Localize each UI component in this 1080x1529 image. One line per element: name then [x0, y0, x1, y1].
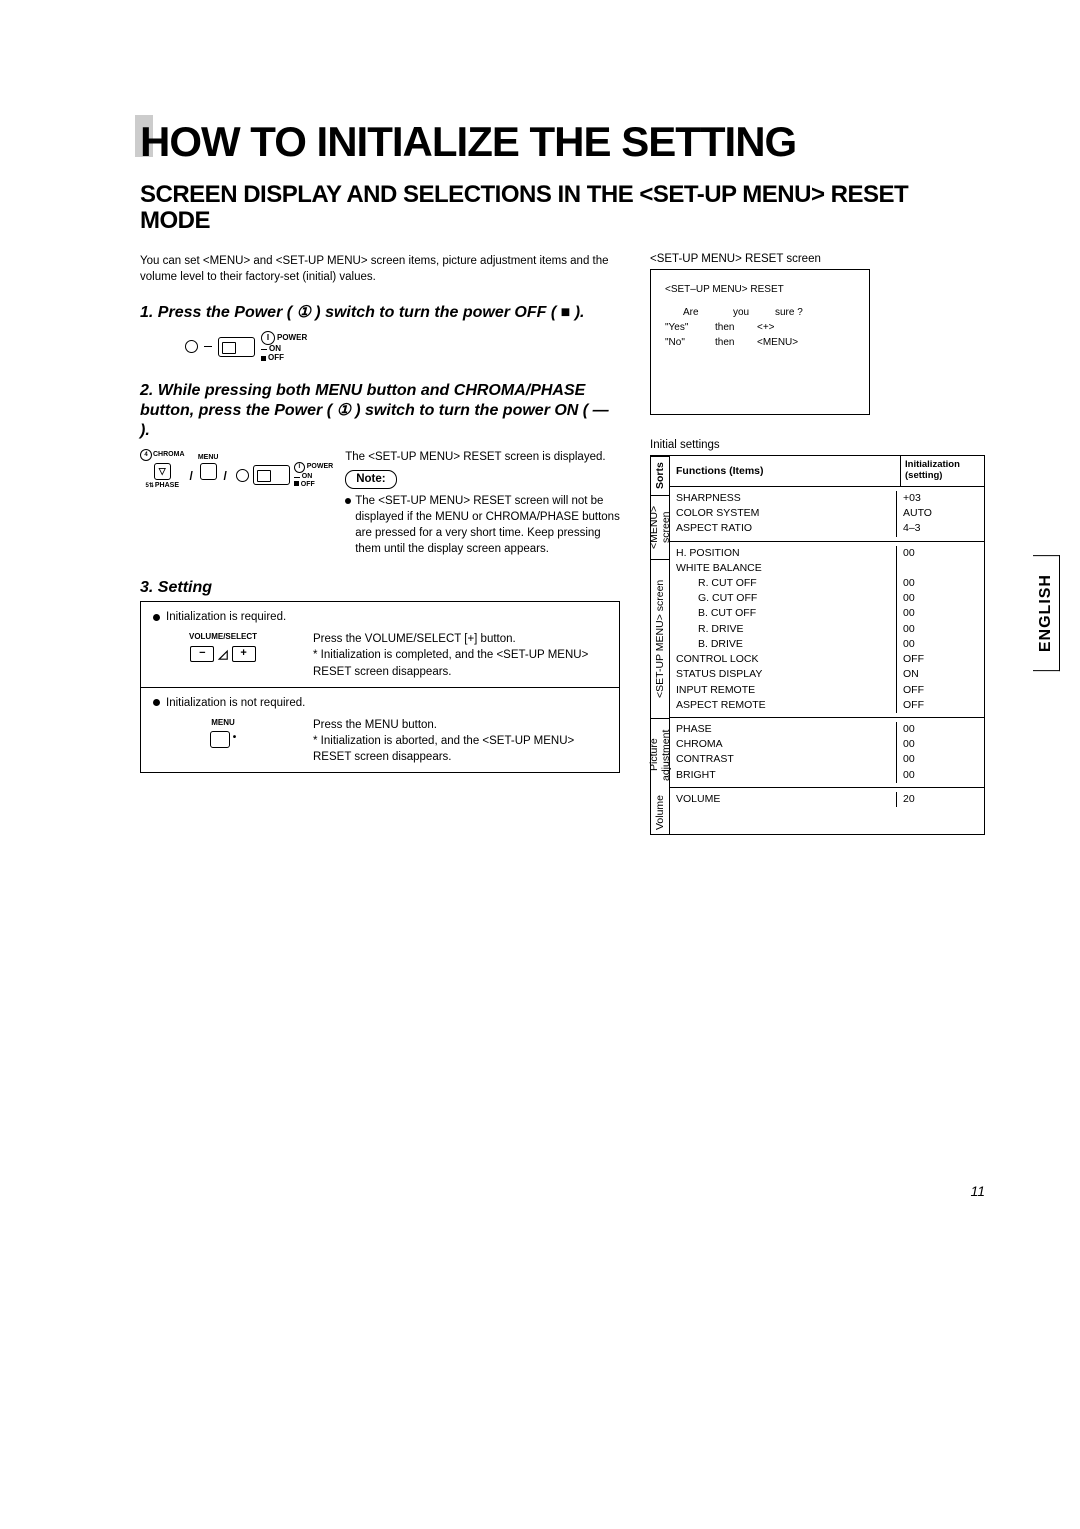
on-label2: ON [302, 473, 313, 480]
table-row: COLOR SYSTEMAUTO [670, 506, 984, 521]
volume-minus-icon: − [190, 646, 214, 662]
table-row: CONTROL LOCKOFF [670, 652, 984, 667]
table-row: WHITE BALANCE [670, 561, 984, 576]
step2-heading: 2. While pressing both MENU button and C… [140, 381, 620, 441]
language-tab: ENGLISH [1033, 555, 1060, 671]
off-label: OFF [268, 354, 284, 363]
step3-heading: 3. Setting [140, 579, 620, 597]
page-title: HOW TO INITIALIZE THE SETTING [140, 120, 985, 164]
reset-displayed-text: The <SET-UP MENU> RESET screen is displa… [345, 449, 620, 465]
pin-icon [185, 340, 198, 353]
table-row: BRIGHT00 [670, 768, 984, 783]
note-body: The <SET-UP MENU> RESET screen will not … [355, 493, 620, 557]
phase-label: PHASE [155, 482, 179, 489]
sort-volume: Volume [651, 791, 669, 834]
table-row: INPUT REMOTEOFF [670, 683, 984, 698]
init-required-header: Initialization is required. [166, 609, 286, 625]
step1-heading: 1. Press the Power ( ① ) switch to turn … [140, 303, 620, 323]
table-row: PHASE00 [670, 722, 984, 737]
initial-settings-caption: Initial settings [650, 439, 985, 451]
init-header2: (setting) [905, 471, 980, 481]
menu-label: MENU [198, 454, 219, 461]
menu-button-icon [210, 731, 230, 748]
table-row: CHROMA00 [670, 737, 984, 752]
table-row: ASPECT REMOTEOFF [670, 698, 984, 713]
req-line2: * Initialization is completed, and the <… [313, 647, 607, 679]
volume-plus-icon: + [232, 646, 256, 662]
table-row: SHARPNESS+03 [670, 491, 984, 506]
table-row: VOLUME20 [670, 792, 984, 807]
power-switch-diagram: I POWER ON OFF [185, 331, 620, 363]
sort-setup: <SET-UP MENU> screen [651, 559, 669, 718]
sort-menu: <MENU> screen [651, 495, 669, 559]
chroma-label: CHROMA [153, 451, 185, 458]
notreq-line2: * Initialization is aborted, and the <SE… [313, 733, 607, 765]
functions-header: Functions (Items) [670, 456, 901, 486]
menu-button-label: MENU [211, 717, 235, 728]
init-notrequired-header: Initialization is not required. [166, 695, 305, 711]
req-line1: Press the VOLUME/SELECT [+] button. [313, 631, 607, 647]
reset-screen-header: <SET–UP MENU> RESET [665, 282, 855, 297]
intro-text: You can set <MENU> and <SET-UP MENU> scr… [140, 253, 620, 285]
volume-select-label: VOLUME/SELECT [189, 631, 257, 642]
reset-screen-box: <SET–UP MENU> RESET Areyousure ? "Yes"th… [650, 269, 870, 415]
section-subtitle: SCREEN DISPLAY AND SELECTIONS IN THE <SE… [140, 182, 975, 235]
table-row: G. CUT OFF00 [670, 591, 984, 606]
table-row: R. CUT OFF00 [670, 576, 984, 591]
table-row: B. DRIVE00 [670, 637, 984, 652]
sorts-header: Sorts [651, 456, 669, 495]
reset-screen-caption: <SET-UP MENU> RESET screen [650, 253, 985, 265]
table-row: CONTRAST00 [670, 752, 984, 767]
table-row: R. DRIVE00 [670, 622, 984, 637]
table-row: B. CUT OFF00 [670, 606, 984, 621]
table-row: STATUS DISPLAYON [670, 667, 984, 682]
note-badge: Note: [345, 470, 396, 489]
step2-button-diagram: 4CHROMA ▽ 5⇅PHASE / MENU / [140, 449, 333, 489]
page-number: 11 [970, 1183, 985, 1199]
power-label2: POWER [307, 463, 333, 470]
switch-icon [218, 337, 255, 357]
notreq-line1: Press the MENU button. [313, 717, 607, 733]
sort-picture: Picture adjustment [651, 718, 669, 791]
setting-box: Initialization is required. VOLUME/SELEC… [140, 601, 620, 773]
initial-settings-table: Sorts <MENU> screen <SET-UP MENU> screen… [650, 455, 985, 835]
power-label: POWER [277, 334, 307, 343]
off-label2: OFF [301, 481, 315, 488]
table-row: H. POSITION00 [670, 546, 984, 561]
table-row: ASPECT RATIO4–3 [670, 521, 984, 536]
